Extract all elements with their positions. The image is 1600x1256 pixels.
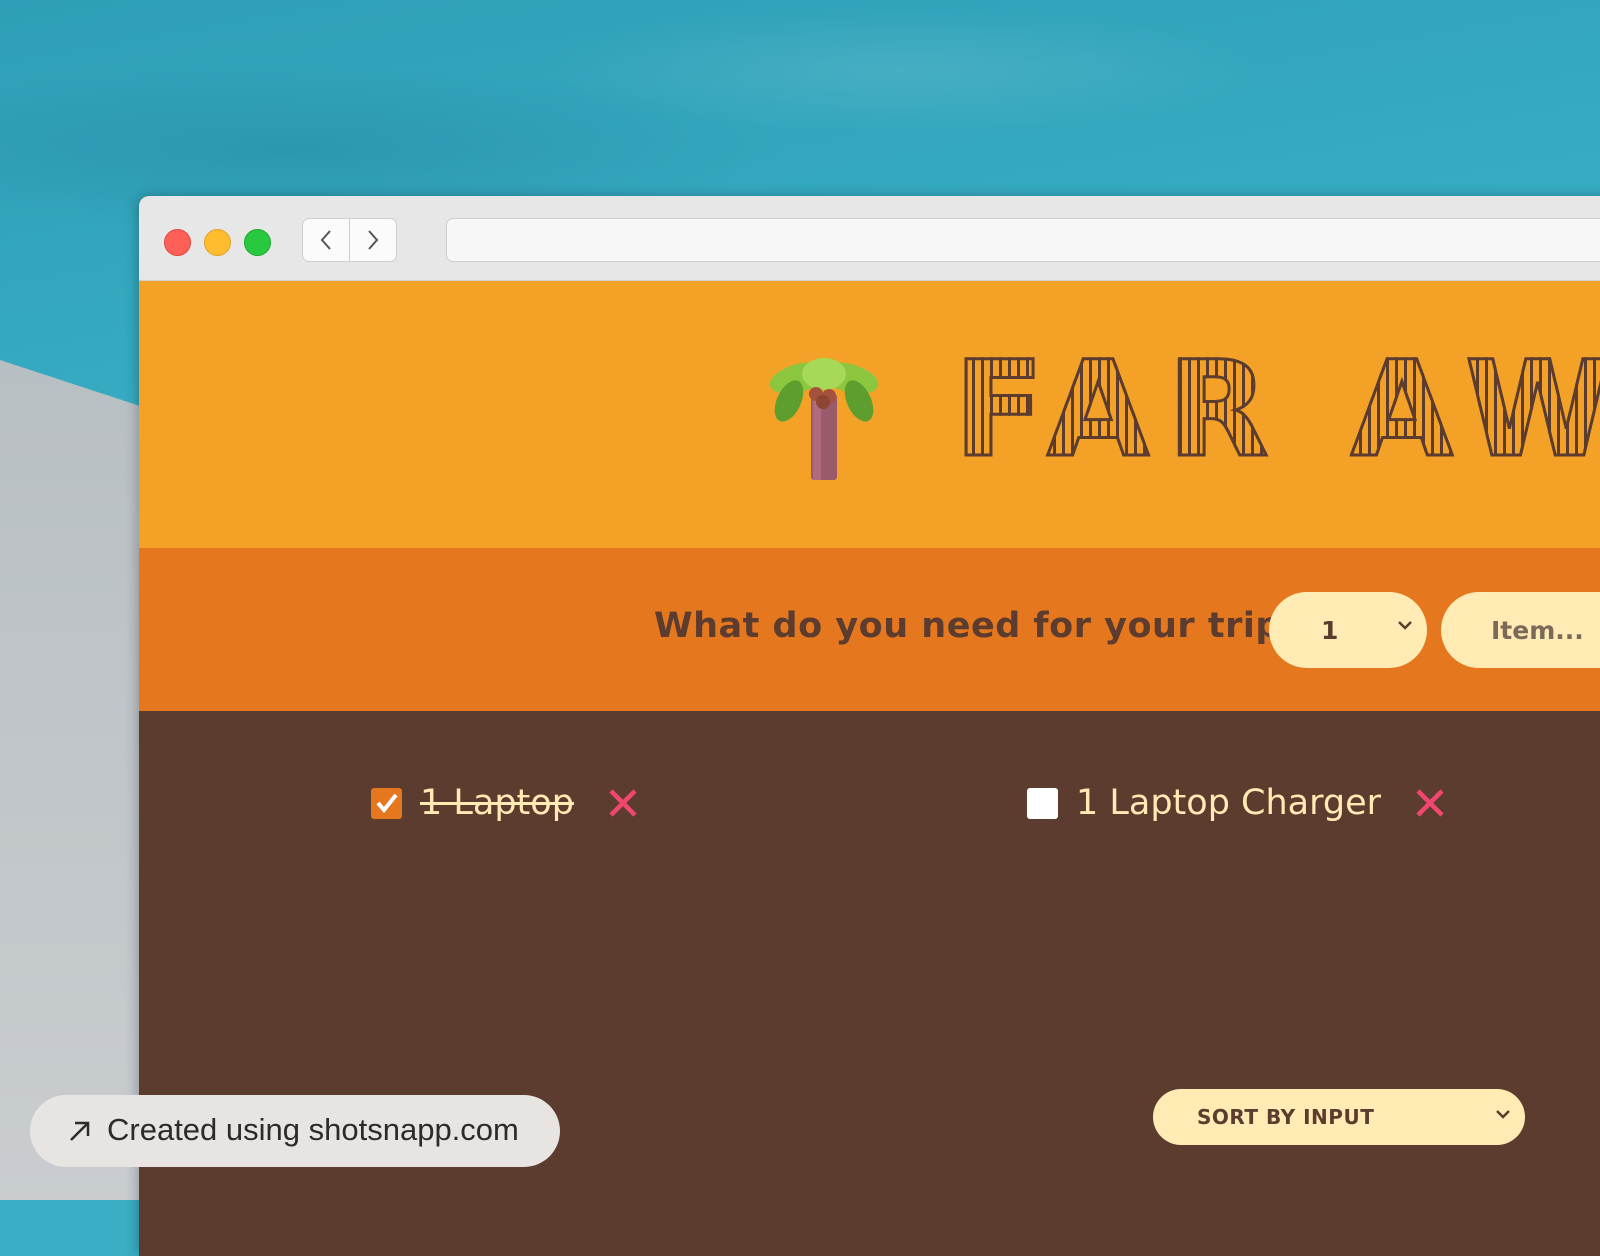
close-icon: [609, 789, 637, 817]
app-header: FAR AWAY: [139, 281, 1600, 548]
add-item-form: What do you need for your trip 1 Item...: [139, 548, 1600, 711]
arrow-up-right-icon: [70, 1121, 90, 1141]
quantity-value: 1: [1321, 615, 1339, 645]
form-prompt: What do you need for your trip: [654, 606, 1281, 646]
item-label: 1 Laptop: [420, 783, 574, 823]
packing-list: 1 Laptop 1 Laptop Charger SORT BY INPUT: [139, 711, 1600, 1256]
browser-titlebar: [139, 196, 1600, 281]
app-title: FAR AWAY: [953, 332, 1600, 489]
list-item: 1 Laptop: [371, 783, 638, 823]
item-input-placeholder: Item...: [1491, 615, 1584, 645]
chevron-down-icon: [1398, 621, 1412, 630]
quantity-select[interactable]: 1: [1269, 592, 1427, 668]
item-input[interactable]: Item...: [1441, 592, 1600, 668]
sort-select[interactable]: SORT BY INPUT: [1153, 1089, 1525, 1145]
item-label: 1 Laptop Charger: [1076, 783, 1382, 823]
sort-selected-value: SORT BY INPUT: [1197, 1105, 1375, 1129]
maximize-window-button[interactable]: [244, 229, 271, 256]
shotsnapp-badge[interactable]: Created using shotsnapp.com: [30, 1095, 560, 1167]
list-item: 1 Laptop Charger: [1027, 783, 1445, 823]
close-window-button[interactable]: [164, 229, 191, 256]
delete-item-button[interactable]: [608, 788, 638, 818]
chevron-down-icon: [1496, 1110, 1510, 1119]
minimize-window-button[interactable]: [204, 229, 231, 256]
close-icon: [1416, 789, 1444, 817]
item-checkbox[interactable]: [371, 787, 402, 819]
chevron-left-icon: [320, 230, 331, 250]
delete-item-button[interactable]: [1415, 788, 1445, 818]
badge-text: Created using shotsnapp.com: [107, 1112, 519, 1147]
background-concrete: [0, 360, 140, 1200]
checkmark-icon: [375, 793, 398, 814]
item-checkbox[interactable]: [1027, 787, 1058, 819]
back-button[interactable]: [302, 218, 350, 262]
forward-button[interactable]: [349, 218, 397, 262]
chevron-right-icon: [368, 230, 379, 250]
address-bar[interactable]: [446, 218, 1600, 262]
palm-tree-icon: [769, 356, 879, 485]
